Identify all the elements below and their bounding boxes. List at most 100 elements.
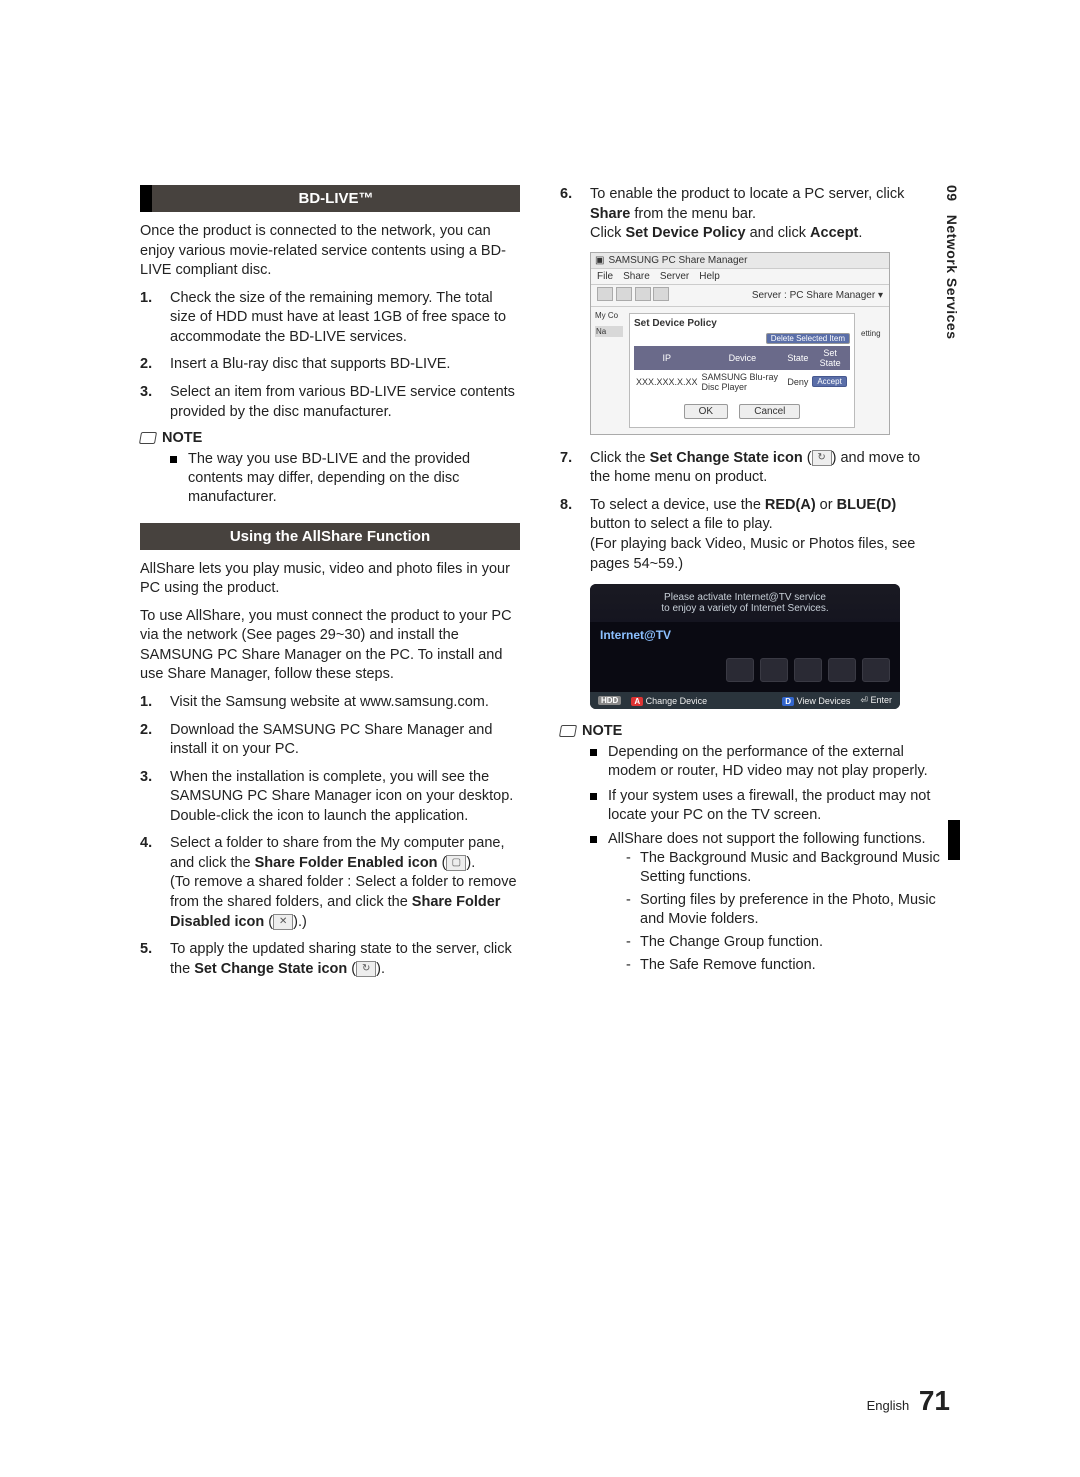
- enter-label: Enter: [870, 695, 892, 705]
- allshare-p2: To use AllShare, you must connect the pr…: [140, 607, 520, 685]
- enter-icon: ⏎: [860, 695, 868, 705]
- toolbar-icons[interactable]: [597, 287, 669, 304]
- note-header: NOTE: [140, 430, 520, 446]
- bdlive-notes: The way you use BD-LIVE and the provided…: [140, 450, 520, 507]
- change-device-label: Change Device: [646, 696, 708, 706]
- page-number: 71: [919, 1385, 950, 1416]
- note-label: NOTE: [582, 723, 622, 739]
- list-item: Sorting files by preference in the Photo…: [626, 891, 940, 929]
- allshare-p1: AllShare lets you play music, video and …: [140, 560, 520, 599]
- list-item: 8. To select a device, use the RED(A) or…: [560, 496, 940, 574]
- tv-screenshot: Please activate Internet@TV service to e…: [590, 584, 900, 709]
- bdlive-header: BD-LIVE™: [140, 185, 520, 212]
- sidebar-item: Na: [595, 326, 623, 337]
- tv-app-icons: [590, 648, 900, 692]
- list-item: The way you use BD-LIVE and the provided…: [170, 450, 520, 507]
- page-footer: English 71: [867, 1385, 950, 1417]
- accept-button[interactable]: Accept: [812, 376, 846, 387]
- server-dropdown[interactable]: Server : PC Share Manager ▾: [752, 290, 883, 301]
- col-set-state: Set State: [810, 346, 850, 370]
- cell-state: Deny: [785, 370, 810, 394]
- sidebar-mycomputer: My Co: [595, 311, 623, 320]
- note-icon: [559, 725, 577, 737]
- toolbar-icon[interactable]: [635, 287, 651, 301]
- share-folder-enabled-icon: ▢: [446, 855, 466, 871]
- list-item: The Safe Remove function.: [626, 956, 940, 975]
- list-item: 3.Select an item from various BD-LIVE se…: [140, 383, 520, 422]
- page-columns: BD-LIVE™ Once the product is connected t…: [140, 185, 960, 987]
- note-header: NOTE: [560, 723, 940, 739]
- ok-button[interactable]: OK: [684, 404, 728, 419]
- table-row: XXX.XXX.X.XX SAMSUNG Blu-ray Disc Player…: [634, 370, 850, 394]
- list-item: The Change Group function.: [626, 933, 940, 952]
- list-item: 2.Insert a Blu-ray disc that supports BD…: [140, 355, 520, 375]
- red-a-badge: A: [631, 697, 643, 706]
- allshare-steps: 1.Visit the Samsung website at www.samsu…: [140, 693, 520, 979]
- unsupported-list: The Background Music and Background Musi…: [608, 849, 940, 974]
- tv-footer-bar: HDD A Change Device D View Devices ⏎ Ent…: [590, 692, 900, 709]
- cancel-button[interactable]: Cancel: [739, 404, 800, 419]
- app-icon: ▣: [595, 255, 604, 266]
- list-item: 3. When the installation is complete, yo…: [140, 768, 520, 827]
- tv-app-icon[interactable]: [794, 658, 822, 682]
- col-device: Device: [700, 346, 786, 370]
- list-item: If your system uses a firewall, the prod…: [590, 787, 940, 825]
- cell-device: SAMSUNG Blu-ray Disc Player: [700, 370, 786, 394]
- note-icon: [139, 432, 157, 444]
- menu-bar[interactable]: File Share Server Help: [591, 269, 889, 285]
- menu-share[interactable]: Share: [623, 271, 650, 282]
- window-body: My Co Na Set Device Policy Delete Select…: [591, 307, 889, 434]
- list-item: 7. Click the Set Change State icon (↻) a…: [560, 449, 940, 488]
- footer-lang: English: [867, 1398, 910, 1413]
- list-item: 1.Check the size of the remaining memory…: [140, 289, 520, 348]
- share-folder-disabled-icon: ✕: [273, 914, 293, 930]
- cell-ip: XXX.XXX.X.XX: [634, 370, 700, 394]
- note-label: NOTE: [162, 430, 202, 446]
- bdlive-steps: 1.Check the size of the remaining memory…: [140, 289, 520, 422]
- dialog-title: Set Device Policy: [634, 318, 850, 329]
- blue-d-badge: D: [782, 697, 794, 706]
- list-item: The Background Music and Background Musi…: [626, 849, 940, 887]
- list-item: 4. Select a folder to share from the My …: [140, 834, 520, 932]
- set-change-state-icon: ↻: [356, 961, 376, 977]
- menu-file[interactable]: File: [597, 271, 613, 282]
- toolbar-icon[interactable]: [616, 287, 632, 301]
- col-ip: IP: [634, 346, 700, 370]
- tv-app-icon[interactable]: [828, 658, 856, 682]
- col-state: State: [785, 346, 810, 370]
- menu-help[interactable]: Help: [699, 271, 720, 282]
- list-item: 6. To enable the product to locate a PC …: [560, 185, 940, 244]
- chapter-tab: 09 Network Services: [944, 185, 960, 339]
- right-steps: 6. To enable the product to locate a PC …: [560, 185, 940, 244]
- list-item: 5. To apply the updated sharing state to…: [140, 940, 520, 979]
- toolbar: Server : PC Share Manager ▾: [591, 285, 889, 307]
- toolbar-icon[interactable]: [653, 287, 669, 301]
- left-column: BD-LIVE™ Once the product is connected t…: [140, 185, 520, 987]
- menu-server[interactable]: Server: [660, 271, 689, 282]
- list-item: AllShare does not support the following …: [590, 830, 940, 974]
- internet-tv-brand: Internet@TV: [590, 622, 900, 648]
- pc-share-manager-screenshot: ▣ SAMSUNG PC Share Manager File Share Se…: [590, 252, 890, 435]
- right-column: 6. To enable the product to locate a PC …: [560, 185, 960, 987]
- window-titlebar: ▣ SAMSUNG PC Share Manager: [591, 253, 889, 269]
- dialog-buttons: OK Cancel: [634, 404, 850, 419]
- delete-selected-button[interactable]: Delete Selected Item: [766, 333, 850, 344]
- toolbar-icon[interactable]: [597, 287, 613, 301]
- right-notes: Depending on the performance of the exte…: [560, 743, 940, 974]
- device-table: IP Device State Set State XXX.XXX.X.XX S…: [634, 346, 850, 394]
- set-change-state-icon: ↻: [812, 450, 832, 466]
- list-item: Depending on the performance of the exte…: [590, 743, 940, 781]
- right-steps-cont: 7. Click the Set Change State icon (↻) a…: [560, 449, 940, 574]
- list-item: 2.Download the SAMSUNG PC Share Manager …: [140, 721, 520, 760]
- tv-app-icon[interactable]: [760, 658, 788, 682]
- hdd-badge: HDD: [598, 696, 621, 705]
- chapter-title: Network Services: [944, 215, 960, 340]
- tv-app-icon[interactable]: [862, 658, 890, 682]
- chapter-number: 09: [944, 185, 960, 202]
- set-device-policy-dialog: Set Device Policy Delete Selected Item I…: [629, 313, 855, 428]
- tv-message: Please activate Internet@TV service to e…: [590, 584, 900, 622]
- table-header-row: IP Device State Set State: [634, 346, 850, 370]
- tv-app-icon[interactable]: [726, 658, 754, 682]
- allshare-header: Using the AllShare Function: [140, 523, 520, 550]
- thumb-index-mark: [948, 820, 960, 860]
